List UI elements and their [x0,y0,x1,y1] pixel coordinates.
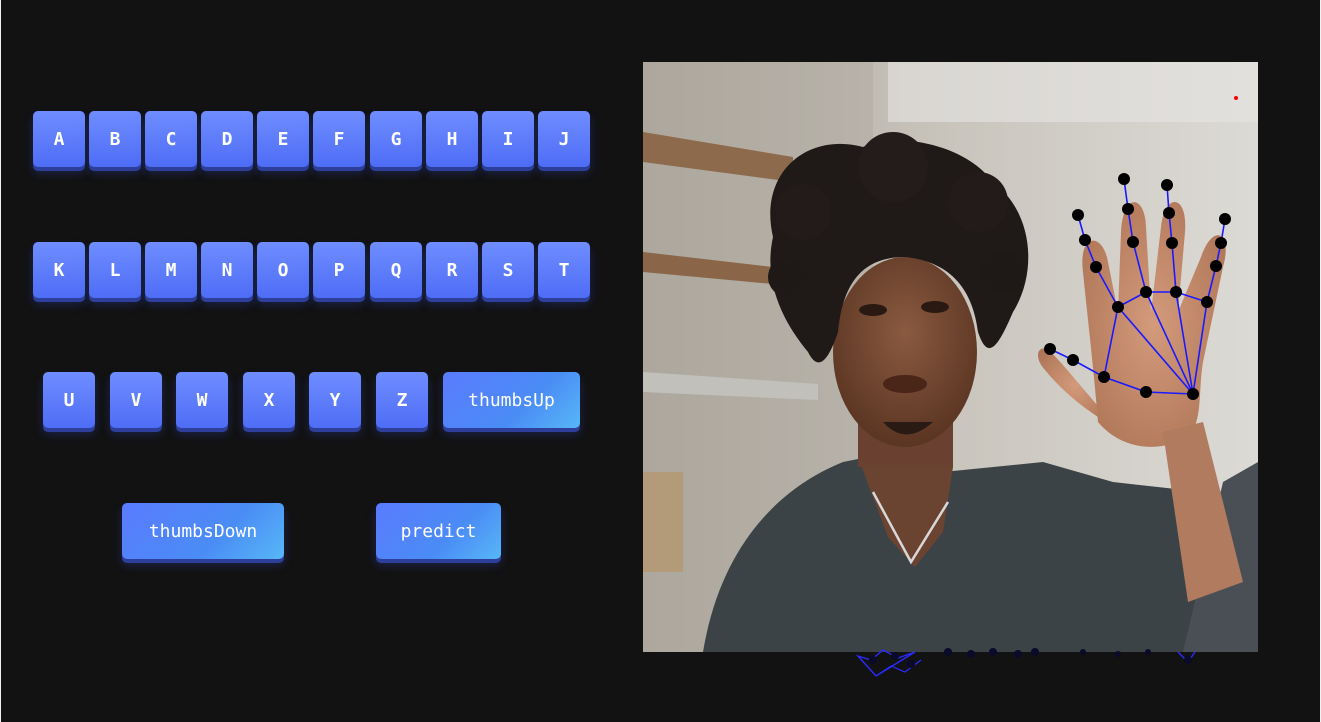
thumbs-up-button[interactable]: thumbsUp [443,372,580,428]
landmark-point [1140,386,1152,398]
key-u-button[interactable]: U [43,372,95,428]
key-j-button[interactable]: J [538,111,590,167]
landmark-point [1161,179,1173,191]
indicator-dot [1234,96,1238,100]
key-y-button[interactable]: Y [309,372,361,428]
landmark-point [1187,388,1199,400]
key-p-button[interactable]: P [313,242,365,298]
key-d-button[interactable]: D [201,111,253,167]
key-m-button[interactable]: M [145,242,197,298]
landmark-point [1170,286,1182,298]
key-f-button[interactable]: F [313,111,365,167]
landmark-point [1219,213,1231,225]
key-b-button[interactable]: B [89,111,141,167]
landmark-point [1079,234,1091,246]
landmark-point [1215,237,1227,249]
landmark-point [1044,343,1056,355]
key-q-button[interactable]: Q [370,242,422,298]
webcam-frame [643,62,1258,652]
landmark-point [1118,173,1130,185]
landmark-point [1140,286,1152,298]
key-h-button[interactable]: H [426,111,478,167]
landmark-overflow-artifact [855,648,1196,677]
landmark-point [1072,209,1084,221]
key-a-button[interactable]: A [33,111,85,167]
key-v-button[interactable]: V [110,372,162,428]
predict-button[interactable]: predict [376,503,501,559]
key-c-button[interactable]: C [145,111,197,167]
landmark-point [1127,236,1139,248]
key-z-button[interactable]: Z [376,372,428,428]
app-stage: A B C D E F G H I J K L M N O P Q R S T … [0,0,1321,722]
key-k-button[interactable]: K [33,242,85,298]
key-g-button[interactable]: G [370,111,422,167]
landmark-point [1090,261,1102,273]
key-n-button[interactable]: N [201,242,253,298]
key-i-button[interactable]: I [482,111,534,167]
key-w-button[interactable]: W [176,372,228,428]
key-t-button[interactable]: T [538,242,590,298]
landmark-point [1122,203,1134,215]
key-r-button[interactable]: R [426,242,478,298]
landmark-point [1166,237,1178,249]
landmark-point [1201,296,1213,308]
key-x-button[interactable]: X [243,372,295,428]
key-e-button[interactable]: E [257,111,309,167]
landmark-point [1067,354,1079,366]
key-s-button[interactable]: S [482,242,534,298]
landmark-point [1098,371,1110,383]
webcam-feed [643,62,1258,652]
landmark-point [1163,207,1175,219]
landmark-point [1112,301,1124,313]
key-o-button[interactable]: O [257,242,309,298]
key-l-button[interactable]: L [89,242,141,298]
thumbs-down-button[interactable]: thumbsDown [122,503,284,559]
landmark-point [1210,260,1222,272]
